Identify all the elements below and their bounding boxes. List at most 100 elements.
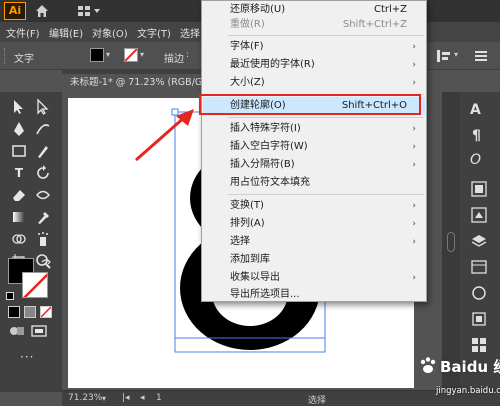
menu-item-add-to-library[interactable]: 添加到库 xyxy=(203,251,425,269)
menu-item-label: 插入空白字符(W) xyxy=(230,141,308,152)
menu-item-arrange[interactable]: 排列(A) › xyxy=(203,215,425,233)
menu-item-label: 导出所选项目... xyxy=(230,289,300,300)
submenu-arrow-icon: › xyxy=(412,201,416,211)
width-tool-icon[interactable] xyxy=(34,186,52,204)
menu-item-recent-fonts[interactable]: 最近使用的字体(R) › xyxy=(203,56,425,74)
submenu-arrow-icon: › xyxy=(412,142,416,152)
menu-item-size[interactable]: 大小(Z) › xyxy=(203,74,425,92)
menu-object[interactable]: 对象(O) xyxy=(92,25,128,40)
shape-builder-tool-icon[interactable] xyxy=(10,230,28,248)
annotation-arrow-line xyxy=(135,114,187,162)
baidu-paw-icon xyxy=(420,357,436,373)
submenu-arrow-icon: › xyxy=(412,219,416,229)
menu-item-insert-break[interactable]: 插入分隔符(B) › xyxy=(203,156,425,174)
draw-mode-icon[interactable] xyxy=(8,324,26,338)
type-label: 文字 xyxy=(14,54,34,65)
rotate-tool-icon[interactable] xyxy=(34,164,52,182)
submenu-arrow-icon: › xyxy=(412,160,416,170)
curvature-tool-icon[interactable] xyxy=(34,120,52,138)
layers-panel-icon[interactable] xyxy=(470,232,488,250)
gradient-tool-icon[interactable] xyxy=(10,208,28,226)
context-menu: 还原移动(U) Ctrl+Z 重做(R) Shift+Ctrl+Z 字体(F) … xyxy=(201,0,427,302)
gradient-mode-icon[interactable] xyxy=(24,306,36,318)
stroke-color-box[interactable] xyxy=(22,272,48,298)
submenu-arrow-icon: › xyxy=(412,237,416,247)
menu-item-collect-for-export[interactable]: 收集以导出 › xyxy=(203,269,425,287)
menu-item-label: 用占位符文本填充 xyxy=(230,177,310,188)
paragraph-panel-icon[interactable]: ¶ xyxy=(472,128,481,144)
menu-item-select[interactable]: 选择 › xyxy=(203,233,425,251)
swap-colors-icon[interactable] xyxy=(40,258,52,270)
submenu-arrow-icon: › xyxy=(412,124,416,134)
grip-handle[interactable] xyxy=(4,48,7,64)
eyedropper-tool-icon[interactable] xyxy=(34,208,52,226)
rectangle-tool-icon[interactable] xyxy=(10,142,28,160)
prev-page-icon[interactable]: ◂ xyxy=(140,393,145,403)
color-mode-icon[interactable] xyxy=(8,306,20,318)
scroll-thumb[interactable] xyxy=(447,232,455,252)
screen-mode-icon[interactable] xyxy=(30,324,48,338)
status-mode: 选择 xyxy=(308,396,327,406)
menu-item-label: 最近使用的字体(R) xyxy=(230,59,315,70)
pen-tool-icon[interactable] xyxy=(10,120,28,138)
menu-item-label: 添加到库 xyxy=(230,254,270,265)
menu-type[interactable]: 文字(T) xyxy=(137,25,171,40)
panel-menu-icon[interactable] xyxy=(474,49,488,63)
zoom-level[interactable]: 71.23% xyxy=(68,393,102,403)
menu-edit[interactable]: 编辑(E) xyxy=(49,25,83,40)
tab-strip xyxy=(62,70,212,74)
stroke-swatch[interactable] xyxy=(124,48,138,62)
character-panel-icon[interactable]: A xyxy=(470,102,481,118)
menu-item-transform[interactable]: 变换(T) › xyxy=(203,197,425,215)
menu-item-shortcut: Shift+Ctrl+Z xyxy=(342,19,407,30)
eraser-tool-icon[interactable] xyxy=(10,186,28,204)
document-tab[interactable]: 未标题-1* @ 71.23% (RGB/G xyxy=(62,74,212,92)
paintbrush-tool-icon[interactable] xyxy=(34,142,52,160)
appearance-panel-icon[interactable] xyxy=(470,180,488,198)
symbol-sprayer-tool-icon[interactable] xyxy=(34,230,52,248)
artboards-panel-icon[interactable] xyxy=(470,258,488,276)
menu-select[interactable]: 选择 xyxy=(180,25,200,40)
more-tools-icon[interactable]: ··· xyxy=(20,350,34,364)
menu-item-font[interactable]: 字体(F) › xyxy=(203,38,425,56)
chevron-down-icon[interactable]: ▾ xyxy=(140,50,144,59)
menu-item-insert-whitespace[interactable]: 插入空白字符(W) › xyxy=(203,138,425,156)
type-tool-icon[interactable]: T xyxy=(10,164,28,182)
menu-item-redo[interactable]: 重做(R) Shift+Ctrl+Z xyxy=(203,16,425,34)
illustrator-logo: Ai xyxy=(4,2,26,20)
menu-separator xyxy=(228,35,424,36)
menu-item-label: 字体(F) xyxy=(230,41,264,52)
opentype-panel-icon[interactable]: O xyxy=(470,152,481,168)
menu-item-label: 重做(R) xyxy=(230,19,265,30)
first-page-icon[interactable]: |◂ xyxy=(122,393,130,403)
selection-handle[interactable] xyxy=(171,108,179,116)
right-panel-dock: A ¶ O xyxy=(460,92,500,390)
libraries-panel-icon[interactable] xyxy=(470,310,488,328)
chevron-down-icon[interactable]: ▾ xyxy=(106,50,110,59)
menu-item-export-selection[interactable]: 导出所选项目... xyxy=(203,286,425,304)
menu-item-label: 排列(A) xyxy=(230,218,265,229)
fill-swatch[interactable] xyxy=(90,48,104,62)
submenu-arrow-icon: › xyxy=(412,42,416,52)
menu-item-placeholder-text[interactable]: 用占位符文本填充 xyxy=(203,174,425,192)
stroke-label: 描边 xyxy=(164,54,184,65)
menu-item-insert-special-char[interactable]: 插入特殊字符(I) › xyxy=(203,120,425,138)
menu-separator xyxy=(228,117,424,118)
no-stroke-icon xyxy=(23,273,47,297)
direct-selection-tool-icon[interactable] xyxy=(34,98,52,116)
menu-file[interactable]: 文件(F) xyxy=(6,25,40,40)
workspace-layout-icon[interactable] xyxy=(76,3,102,19)
none-mode-icon[interactable] xyxy=(40,306,52,318)
graphic-styles-icon[interactable] xyxy=(470,206,488,224)
menu-separator xyxy=(228,194,424,195)
page-number[interactable]: 1 xyxy=(156,393,162,403)
watermark-brand: Baidu 经验 xyxy=(440,358,500,376)
chevron-down-icon[interactable]: ▾ xyxy=(454,50,458,59)
selection-tool-icon[interactable] xyxy=(10,98,28,116)
home-icon[interactable] xyxy=(34,3,50,19)
chevron-down-icon[interactable]: ▾ xyxy=(102,394,106,403)
align-panel-icon[interactable] xyxy=(436,49,452,63)
default-colors-icon[interactable] xyxy=(6,292,14,300)
menu-item-label: 选择 xyxy=(230,236,250,247)
symbols-panel-icon[interactable] xyxy=(470,284,488,302)
